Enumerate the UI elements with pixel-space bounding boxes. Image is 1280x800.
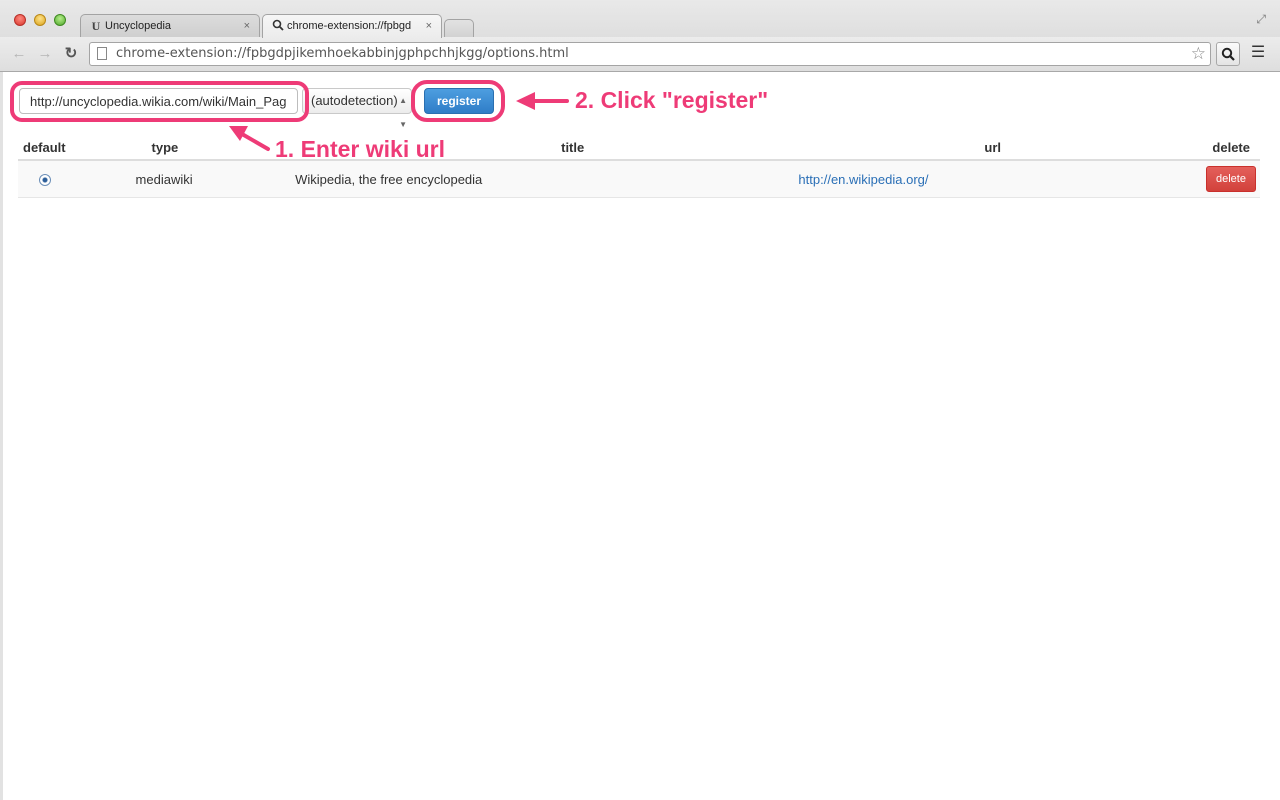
wiki-table: default type title url delete mediawiki … <box>18 136 1260 198</box>
tab-close-icon[interactable]: × <box>426 19 432 33</box>
url-cell: http://en.wikipedia.org/ <box>746 160 1192 198</box>
tab-options[interactable]: chrome-extension://fpbgd × <box>262 14 442 38</box>
delete-cell: delete <box>1191 160 1260 198</box>
tab-title: chrome-extension://fpbgd <box>287 20 412 32</box>
annotation-step2: 2. Click "register" <box>575 87 769 113</box>
column-header-default: default <box>18 136 75 161</box>
type-cell: mediawiki <box>74 160 293 198</box>
column-header-delete: delete <box>1191 136 1260 161</box>
default-radio[interactable] <box>39 174 51 187</box>
delete-button[interactable]: delete <box>1206 166 1256 192</box>
table-header-row: default type title url delete <box>18 136 1260 161</box>
arrow-to-register-button <box>516 92 569 110</box>
title-cell: Wikipedia, the free encyclopedia <box>292 160 747 198</box>
table-row: mediawiki Wikipedia, the free encycloped… <box>18 160 1260 198</box>
search-icon <box>271 19 285 33</box>
column-header-url: url <box>746 136 1192 161</box>
default-cell <box>18 160 75 198</box>
wiki-url-link[interactable]: http://en.wikipedia.org/ <box>798 172 928 187</box>
column-header-title: title <box>292 136 747 161</box>
column-header-type: type <box>74 136 293 161</box>
